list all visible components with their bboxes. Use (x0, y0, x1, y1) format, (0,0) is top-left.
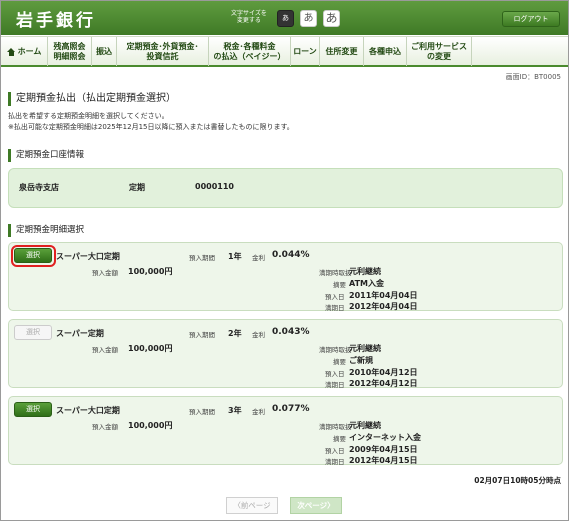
account-number: 0000110 (195, 182, 234, 191)
font-size-medium-button[interactable]: あ (300, 10, 317, 27)
maturity-handling-value: 元利継続 (349, 267, 381, 276)
maturity-date-value: 2012年04月04日 (349, 302, 418, 311)
select-button[interactable]: 選択 (14, 325, 52, 340)
summary-value: ご新規 (349, 356, 373, 365)
maturity-date-value: 2012年04月15日 (349, 456, 418, 465)
amount-label: 預入金額 (92, 423, 118, 431)
rate-label: 金利 (252, 408, 265, 416)
prev-page-button[interactable]: 〈前ページ (226, 497, 278, 514)
nav-transfer[interactable]: 振込 (92, 37, 117, 66)
period-value: 1年 (228, 252, 242, 261)
deposit-date-value: 2011年04月04日 (349, 291, 418, 300)
rate-value: 0.044% (272, 250, 310, 260)
detail-section-title: 定期預金明細選択 (8, 224, 84, 237)
nav-applications[interactable]: 各種申込 (364, 37, 407, 66)
period-label: 預入期間 (189, 254, 215, 262)
instruction-text: 払出を希望する定期預金明細を選択してください。 (8, 112, 169, 120)
summary-value: インターネット入金 (349, 433, 421, 442)
summary-value: ATM入金 (349, 279, 384, 288)
page-title: 定期預金払出（払出定期預金選択） (8, 92, 176, 106)
nav-loan[interactable]: ローン (291, 37, 320, 66)
amount-label: 預入金額 (92, 269, 118, 277)
highlight-ring (11, 245, 56, 267)
maturity-date-label: 満期日 (325, 304, 345, 312)
deposit-card: 選択 スーパー定期 預入期間 2年 金利 0.043% 預入金額 100,000… (8, 319, 563, 389)
rate-label: 金利 (252, 254, 265, 262)
data-timestamp: 02月07日10時05分時点 (474, 476, 561, 485)
period-value: 2年 (228, 329, 242, 338)
account-type: 定期 (129, 183, 145, 192)
deposit-date-label: 預入日 (325, 447, 345, 455)
summary-label: 摘要 (333, 281, 346, 289)
deposit-name: スーパー定期 (56, 329, 104, 338)
account-info-box: 泉岳寺支店 定期 0000110 (8, 168, 563, 208)
nav-balance-inquiry[interactable]: 残高照会 明細照会 (48, 37, 92, 66)
deposit-card: 選択 スーパー大口定期 預入期間 1年 金利 0.044% 預入金額 100,0… (8, 242, 563, 312)
font-size-label: 文字サイズを 変更する (231, 10, 267, 24)
logout-button[interactable]: ログアウト (502, 11, 560, 27)
font-size-large-button[interactable]: あ (323, 10, 340, 27)
next-page-button[interactable]: 次ページ〉 (290, 497, 342, 514)
amount-value: 100,000円 (128, 421, 173, 430)
maturity-handling-value: 元利継続 (349, 421, 381, 430)
amount-value: 100,000円 (128, 267, 173, 276)
period-value: 3年 (228, 406, 242, 415)
select-button[interactable]: 選択 (14, 402, 52, 417)
nav-home[interactable]: ホーム (1, 37, 48, 66)
maturity-date-value: 2012年04月12日 (349, 379, 418, 388)
maturity-handling-label: 満期時取扱 (319, 423, 352, 431)
deposit-date-label: 預入日 (325, 293, 345, 301)
nav-pay-easy[interactable]: 税金･各種料金 の払込（ペイジー） (209, 37, 291, 66)
nav-service-change[interactable]: ご利用サービス の変更 (407, 37, 472, 66)
period-label: 預入期間 (189, 331, 215, 339)
maturity-handling-label: 満期時取扱 (319, 346, 352, 354)
amount-value: 100,000円 (128, 344, 173, 353)
deposit-date-value: 2010年04月12日 (349, 368, 418, 377)
deposit-date-label: 預入日 (325, 370, 345, 378)
nav-time-deposit[interactable]: 定期預金･外貨預金･ 投資信託 (117, 37, 209, 66)
nav-address-change[interactable]: 住所変更 (320, 37, 364, 66)
maturity-date-label: 満期日 (325, 381, 345, 389)
maturity-date-label: 満期日 (325, 458, 345, 466)
account-section-title: 定期預金口座情報 (8, 149, 84, 162)
global-nav: ホーム 残高照会 明細照会 振込 定期預金･外貨預金･ 投資信託 税金･各種料金… (1, 36, 568, 67)
bank-logo: 岩手銀行 (16, 11, 96, 31)
note-text: ※払出可能な定期預金明細は2025年12月15日以降に預入または書替したものに限… (8, 123, 294, 131)
chevron-right-icon: 〉 (327, 501, 335, 510)
branch-name: 泉岳寺支店 (19, 183, 59, 192)
home-icon (6, 47, 16, 56)
rate-label: 金利 (252, 331, 265, 339)
rate-value: 0.043% (272, 327, 310, 337)
amount-label: 預入金額 (92, 346, 118, 354)
summary-label: 摘要 (333, 358, 346, 366)
font-size-small-button[interactable]: あ (277, 10, 294, 27)
summary-label: 摘要 (333, 435, 346, 443)
screen-id: 画面ID：BT0005 (505, 73, 561, 81)
deposit-name: スーパー大口定期 (56, 406, 120, 415)
deposit-date-value: 2009年04月15日 (349, 445, 418, 454)
rate-value: 0.077% (272, 404, 310, 414)
deposit-name: スーパー大口定期 (56, 252, 120, 261)
period-label: 預入期間 (189, 408, 215, 416)
maturity-handling-value: 元利継続 (349, 344, 381, 353)
deposit-card: 選択 スーパー大口定期 預入期間 3年 金利 0.077% 預入金額 100,0… (8, 396, 563, 466)
maturity-handling-label: 満期時取扱 (319, 269, 352, 277)
chevron-left-icon: 〈 (233, 501, 241, 510)
header: 岩手銀行 文字サイズを 変更する あ あ あ ログアウト (1, 1, 568, 35)
